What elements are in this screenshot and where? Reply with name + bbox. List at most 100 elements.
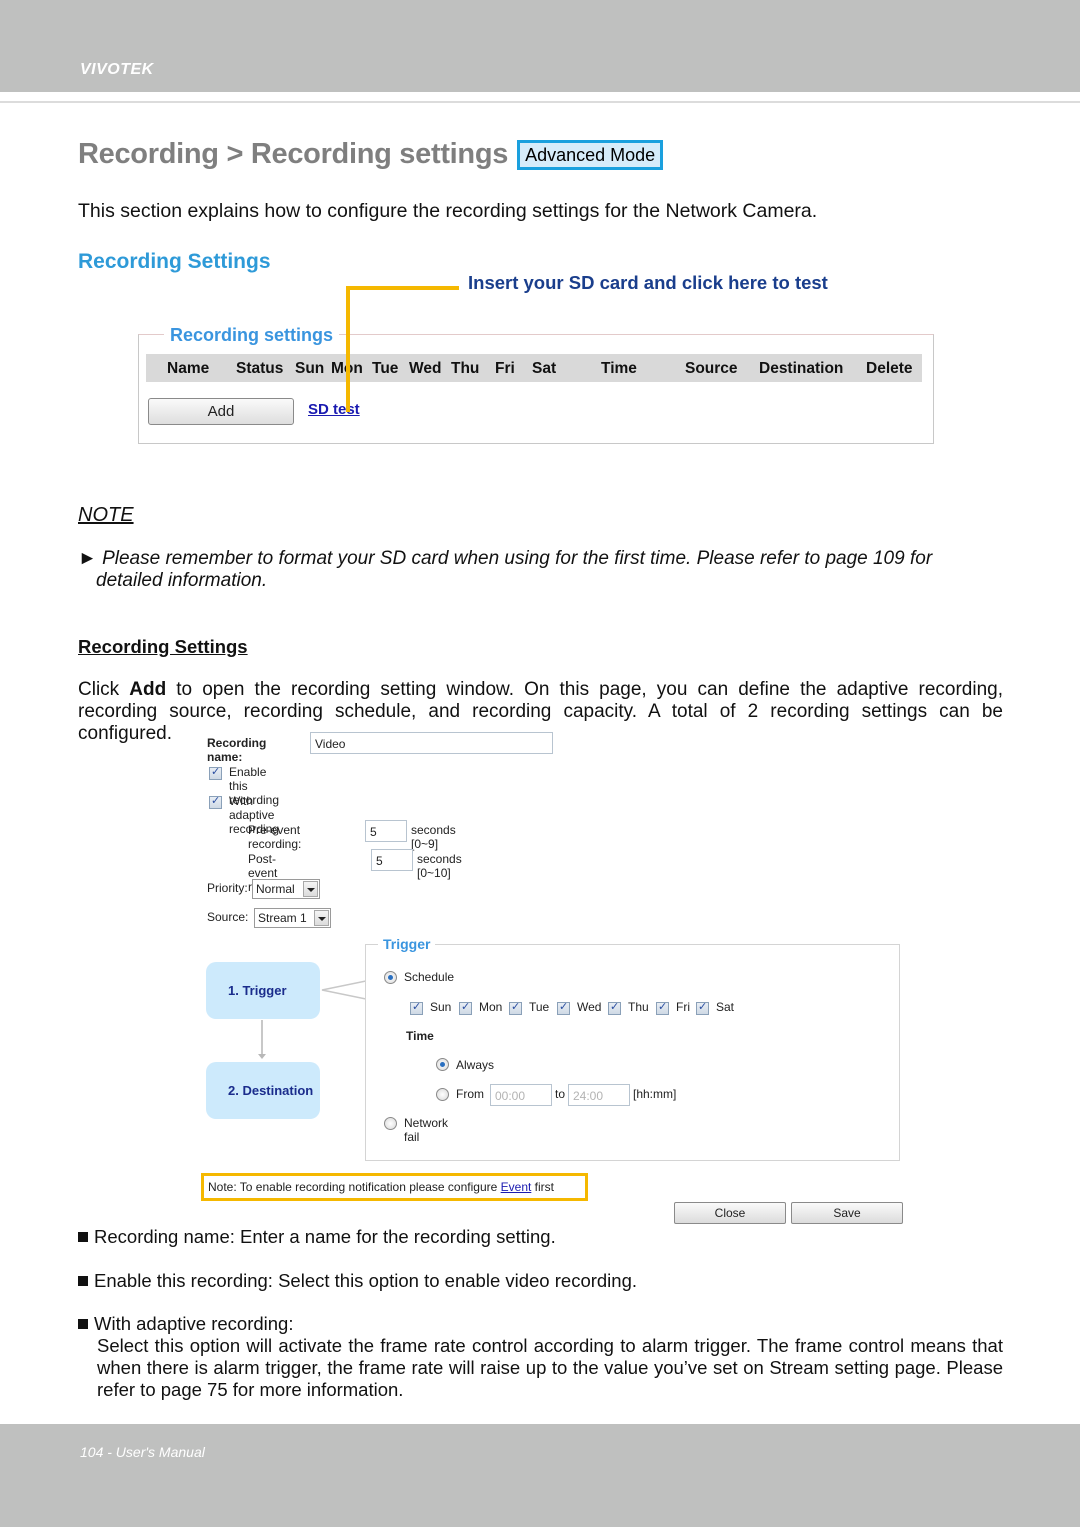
day-checkbox-mon[interactable]	[459, 1000, 472, 1015]
source-select[interactable]: Stream 1	[254, 908, 331, 928]
para-bold: Add	[129, 679, 167, 700]
post-event-unit: seconds [0~10]	[417, 852, 462, 880]
callout-line-vertical	[346, 286, 350, 412]
column-header: Sun	[295, 360, 325, 377]
bullet-item: With adaptive recording:	[78, 1313, 294, 1335]
time-label: Time	[406, 1029, 434, 1043]
post-event-input[interactable]: 5	[371, 849, 413, 871]
pre-event-unit: seconds [0~9]	[411, 823, 456, 851]
event-note-text: first	[531, 1180, 554, 1194]
day-label: Sun	[430, 1000, 452, 1014]
square-bullet-icon	[78, 1319, 88, 1329]
from-time-input[interactable]: 00:00	[490, 1084, 552, 1106]
day-checkbox-sun[interactable]	[410, 1000, 423, 1015]
to-time-input[interactable]: 24:00	[568, 1084, 630, 1106]
priority-select[interactable]: Normal	[252, 879, 320, 899]
trigger-legend: Trigger	[378, 936, 436, 952]
section-heading: Recording Settings	[78, 250, 271, 273]
para-text: Click	[78, 679, 130, 700]
day-checkbox-thu[interactable]	[608, 1000, 621, 1015]
enable-recording-checkbox[interactable]	[209, 765, 222, 780]
source-value: Stream 1	[258, 911, 307, 925]
column-header: Destination	[759, 360, 844, 377]
pre-event-label: Pre-event recording:	[248, 823, 302, 851]
sd-test-link[interactable]: SD test	[308, 401, 360, 418]
bullet-item: Recording name: Enter a name for the rec…	[78, 1226, 556, 1248]
column-header: Source	[685, 360, 738, 377]
column-header: Tue	[372, 360, 399, 377]
to-label: to	[555, 1087, 566, 1101]
bullet-text: With adaptive recording:	[94, 1313, 294, 1334]
day-label: Fri	[676, 1000, 690, 1014]
day-label: Sat	[716, 1000, 735, 1014]
column-header: Wed	[409, 360, 442, 377]
triangle-bullet-icon: ►	[78, 548, 97, 569]
column-header: Status	[236, 360, 284, 377]
page-number: 104 - User's Manual	[80, 1444, 205, 1460]
page-title-row: Recording > Recording settings Advanced …	[78, 138, 664, 171]
sd-test-callout: Insert your SD card and click here to te…	[468, 272, 828, 293]
close-button[interactable]: Close	[674, 1202, 786, 1224]
note-title: NOTE	[78, 504, 134, 526]
day-label: Tue	[529, 1000, 550, 1014]
column-header: Time	[601, 360, 637, 377]
note-line: Please remember to format your SD card w…	[102, 548, 933, 569]
note-text: ► Please remember to format your SD card…	[78, 548, 1003, 592]
day-checkbox-wed[interactable]	[557, 1000, 570, 1015]
priority-value: Normal	[256, 882, 295, 896]
column-header: Delete	[866, 360, 913, 377]
network-fail-radio[interactable]	[384, 1117, 397, 1130]
priority-label: Priority:	[207, 881, 248, 895]
note-line: detailed information.	[96, 570, 268, 591]
from-label: From	[456, 1087, 484, 1101]
chevron-down-icon	[314, 910, 329, 926]
schedule-label: Schedule	[404, 970, 455, 984]
brand-logo: VIVOTEK	[80, 61, 154, 78]
recording-settings-fieldset	[138, 334, 934, 444]
network-fail-label: Network fail	[404, 1116, 449, 1144]
event-note: Note: To enable recording notification p…	[201, 1173, 588, 1201]
advanced-mode-badge: Advanced Mode	[517, 139, 664, 170]
day-checkbox-sat[interactable]	[696, 1000, 709, 1015]
always-label: Always	[456, 1058, 495, 1072]
recording-settings-legend: Recording settings	[164, 325, 340, 346]
header-divider	[0, 101, 1080, 103]
intro-text: This section explains how to configure t…	[78, 200, 818, 222]
save-button[interactable]: Save	[791, 1202, 903, 1224]
day-checkbox-fri[interactable]	[656, 1000, 669, 1015]
adaptive-recording-checkbox[interactable]	[209, 794, 222, 809]
source-label: Source:	[207, 910, 249, 924]
square-bullet-icon	[78, 1232, 88, 1242]
page-header-band: VIVOTEK	[0, 0, 1080, 92]
page-footer-band: 104 - User's Manual	[0, 1424, 1080, 1527]
step-destination[interactable]: 2. Destination	[206, 1062, 320, 1119]
bullet-text: Recording name: Enter a name for the rec…	[94, 1226, 556, 1247]
step-arrow-icon	[258, 1020, 266, 1059]
recording-table-header: Name Status Sun Mon Tue Wed Thu Fri Sat …	[146, 354, 922, 382]
column-header: Sat	[532, 360, 557, 377]
day-label: Mon	[479, 1000, 503, 1014]
schedule-radio[interactable]	[384, 971, 397, 984]
step-trigger[interactable]: 1. Trigger	[206, 962, 320, 1019]
sub-heading: Recording Settings	[78, 636, 248, 657]
adaptive-recording-description: Select this option will activate the fra…	[97, 1335, 1003, 1400]
recording-name-label: Recording name:	[207, 736, 267, 764]
column-header: Thu	[451, 360, 480, 377]
square-bullet-icon	[78, 1276, 88, 1286]
event-link[interactable]: Event	[501, 1180, 532, 1194]
column-header: Name	[167, 360, 210, 377]
bullet-text: Enable this recording: Select this optio…	[94, 1270, 638, 1291]
pre-event-input[interactable]: 5	[365, 820, 407, 842]
callout-line-horizontal	[347, 286, 459, 290]
event-note-text: Note: To enable recording notification p…	[208, 1180, 501, 1194]
bullet-item: Enable this recording: Select this optio…	[78, 1270, 637, 1292]
chevron-down-icon	[303, 881, 318, 897]
always-radio[interactable]	[436, 1058, 449, 1071]
page-title: Recording > Recording settings	[78, 138, 509, 170]
day-checkbox-tue[interactable]	[509, 1000, 522, 1015]
add-button[interactable]: Add	[148, 398, 294, 425]
time-format-label: [hh:mm]	[633, 1087, 677, 1101]
column-header: Fri	[495, 360, 515, 377]
recording-name-input[interactable]: Video	[310, 732, 553, 754]
from-radio[interactable]	[436, 1088, 449, 1101]
